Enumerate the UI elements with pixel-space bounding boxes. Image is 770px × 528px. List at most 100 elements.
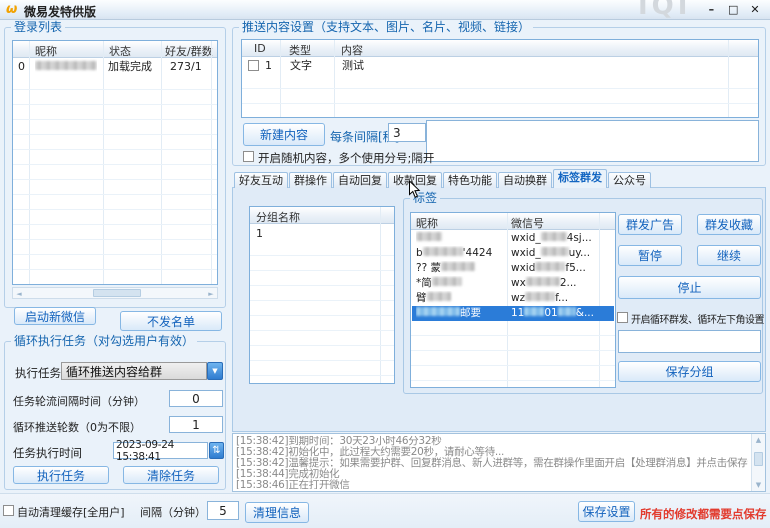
log-vscrollbar[interactable]: ▲ ▼: [751, 434, 765, 491]
log-panel: [15:38:42]到期时间：30天23小时46分32秒 [15:38:42]初…: [232, 433, 766, 492]
clean-interval-input[interactable]: 5: [207, 501, 239, 520]
tab-friend-interaction[interactable]: 好友互动: [234, 172, 288, 188]
scroll-thumb[interactable]: [93, 289, 141, 297]
push-row-id: 1: [265, 58, 272, 73]
login-row-count: 273/1: [170, 59, 202, 74]
app-window: ω 微易发特供版 IQI – □ ✕ 登录列表 昵称 状态 好友/群数 0 加载…: [0, 0, 770, 528]
auto-clean-cache-checkbox[interactable]: [3, 505, 14, 516]
push-content-group: 推送内容设置（支持文本、图片、名片、视频、链接） ID 类型 内容 1 文字 测…: [232, 27, 766, 166]
group-name-header: 分组名称: [250, 207, 394, 224]
col-id: ID: [254, 42, 266, 55]
push-content-table[interactable]: ID 类型 内容 1 文字 测试: [241, 39, 759, 118]
exclude-list-button[interactable]: 不发名单: [120, 311, 222, 331]
minimize-button[interactable]: –: [702, 3, 720, 16]
member-row[interactable]: *简 wx2...: [412, 276, 614, 291]
random-content-checkbox[interactable]: [243, 151, 254, 162]
col-nickname: 昵称: [35, 43, 57, 59]
group-name-row[interactable]: 1: [251, 226, 393, 241]
login-table[interactable]: 昵称 状态 好友/群数 0 加载完成 273/1: [12, 40, 218, 285]
clear-task-button[interactable]: 清除任务: [123, 466, 219, 484]
loop-rounds-input[interactable]: 1: [169, 416, 223, 433]
member-row[interactable]: ?? 蒙 wxidf5...: [412, 261, 614, 276]
rotate-interval-input[interactable]: 0: [169, 390, 223, 407]
task-select-dropdown-icon[interactable]: ▼: [207, 362, 223, 380]
rotate-interval-label: 任务轮流间隔时间（分钟）: [13, 393, 145, 409]
task-select[interactable]: 循环推送内容给群: [61, 362, 207, 380]
mouse-cursor-icon: [408, 180, 421, 199]
member-row[interactable]: wxid_4sj...: [412, 231, 614, 246]
loop-task-group-label: 循环执行任务（对勾选用户有效）: [11, 334, 197, 348]
tab-auto-reply[interactable]: 自动回复: [333, 172, 387, 188]
member-list-header: 昵称 微信号: [411, 213, 615, 230]
push-row-checkbox[interactable]: [248, 60, 259, 71]
member-row[interactable]: b'4424 wxid_uy...: [412, 246, 614, 261]
col-status: 状态: [109, 43, 131, 59]
new-content-button[interactable]: 新建内容: [243, 123, 325, 146]
tab-tag-broadcast[interactable]: 标签群发: [553, 169, 607, 188]
login-table-hscrollbar[interactable]: ◄ ►: [12, 287, 218, 299]
member-list[interactable]: 昵称 微信号 wxid_4sj... b'4424 wxid_uy... ?? …: [410, 212, 616, 388]
item-interval-input[interactable]: 3: [388, 123, 426, 142]
tab-strip: 好友互动群操作自动回复收款回复特色功能自动换群标签群发公众号: [234, 169, 652, 187]
resume-button[interactable]: 继续: [697, 245, 761, 266]
exec-time-input[interactable]: 2023-09-24 15:38:41: [113, 442, 208, 459]
col-group-name: 分组名称: [256, 209, 300, 225]
tab-special-features[interactable]: 特色功能: [443, 172, 497, 188]
loop-broadcast-label: 开启循环群发、循环左下角设置: [631, 311, 764, 326]
content-textarea[interactable]: [426, 120, 759, 162]
loop-broadcast-checkbox[interactable]: [617, 312, 628, 323]
broadcast-ad-button[interactable]: 群发广告: [618, 214, 682, 235]
push-content-group-label: 推送内容设置（支持文本、图片、名片、视频、链接）: [239, 20, 533, 34]
login-row-index: 0: [18, 59, 25, 74]
auto-clean-cache-label: 自动清理缓存[全用户]: [17, 504, 125, 520]
redacted-blur: [558, 307, 576, 316]
random-content-label: 开启随机内容，多个使用分号;隔开: [258, 150, 434, 166]
scroll-right-icon[interactable]: ►: [206, 289, 216, 299]
col-content: 内容: [341, 42, 363, 58]
exec-task-label: 执行任务: [15, 365, 61, 381]
run-task-button[interactable]: 执行任务: [13, 466, 109, 484]
tab-auto-switch-group[interactable]: 自动换群: [498, 172, 552, 188]
tab-official-account[interactable]: 公众号: [608, 172, 651, 188]
start-new-wechat-button[interactable]: 启动新微信: [14, 307, 96, 325]
tag-input[interactable]: [618, 330, 761, 353]
col-type: 类型: [289, 42, 311, 58]
redacted-blur: [525, 292, 555, 301]
scroll-thumb[interactable]: [754, 452, 763, 466]
loop-rounds-label: 循环推送轮数（0为不限）: [13, 419, 141, 435]
tab-group-operations[interactable]: 群操作: [289, 172, 332, 188]
pause-button[interactable]: 暂停: [618, 245, 682, 266]
clean-info-button[interactable]: 清理信息: [245, 502, 309, 523]
app-logo-icon: ω: [6, 2, 17, 17]
push-content-row[interactable]: 1 文字 测试: [243, 58, 757, 73]
log-line: [15:38:46]正在打开微信: [236, 480, 748, 489]
stop-button[interactable]: 停止: [618, 276, 761, 299]
exec-time-label: 任务执行时间: [13, 445, 82, 461]
save-settings-button[interactable]: 保存设置: [578, 501, 635, 522]
clean-interval-label: 间隔（分钟）: [140, 504, 206, 520]
login-row-status: 加载完成: [108, 59, 152, 74]
titlebar[interactable]: ω 微易发特供版 IQI – □ ✕: [0, 0, 770, 20]
redacted-blur: [441, 262, 475, 271]
scroll-down-icon[interactable]: ▼: [753, 480, 764, 490]
login-list-group: 登录列表 昵称 状态 好友/群数 0 加载完成 273/1 ◄ ►: [4, 27, 226, 308]
save-group-button[interactable]: 保存分组: [618, 361, 761, 382]
close-button[interactable]: ✕: [746, 3, 764, 16]
redacted-blur: [535, 262, 565, 271]
loop-task-group: 循环执行任务（对勾选用户有效） 执行任务 循环推送内容给群 ▼ 任务轮流间隔时间…: [4, 341, 226, 490]
broadcast-favorites-button[interactable]: 群发收藏: [697, 214, 761, 235]
scroll-up-icon[interactable]: ▲: [753, 435, 764, 445]
login-row[interactable]: 0 加载完成 273/1: [14, 59, 216, 74]
col-friend-group-count: 好友/群数: [165, 43, 213, 59]
tag-group: 标签 昵称 微信号 wxid_4sj... b'4424 wxid_uy...: [403, 198, 763, 394]
member-row[interactable]: 臂 wzf...: [412, 291, 614, 306]
member-row-selected[interactable]: 邮要 1101&...: [412, 306, 614, 321]
redacted-blur: [524, 307, 544, 316]
group-name-list[interactable]: 分组名称 1: [249, 206, 395, 384]
maximize-button[interactable]: □: [724, 3, 742, 16]
redacted-blur: [541, 232, 567, 241]
time-spinner-icon[interactable]: ⇅: [209, 442, 224, 459]
scroll-left-icon[interactable]: ◄: [14, 289, 24, 299]
log-lines: [15:38:42]到期时间：30天23小时46分32秒 [15:38:42]初…: [236, 436, 748, 489]
redacted-nickname: [35, 61, 97, 70]
